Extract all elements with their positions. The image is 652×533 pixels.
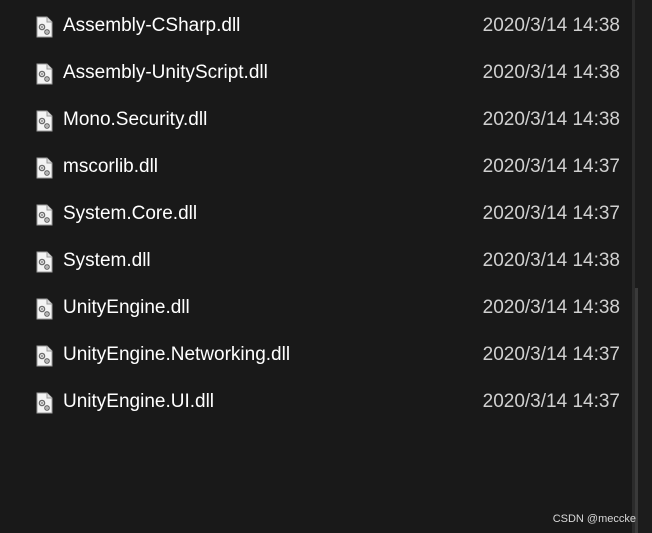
- file-row[interactable]: Mono.Security.dll 2020/3/14 14:38: [0, 97, 632, 144]
- file-name: UnityEngine.dll: [63, 297, 190, 318]
- watermark: CSDN @meccke: [552, 513, 636, 525]
- file-modified-date: 2020/3/14 14:38: [482, 62, 620, 83]
- file-row[interactable]: UnityEngine.dll 2020/3/14 14:38: [0, 285, 632, 332]
- dll-file-icon: [36, 16, 53, 38]
- file-row[interactable]: UnityEngine.Networking.dll 2020/3/14 14:…: [0, 332, 632, 379]
- dll-file-icon: [36, 298, 53, 320]
- file-list: Assembly-CSharp.dll 2020/3/14 14:38 Asse…: [0, 0, 632, 533]
- dll-file-icon: [36, 392, 53, 414]
- dll-file-icon: [36, 345, 53, 367]
- dll-file-icon: [36, 204, 53, 226]
- file-name: System.Core.dll: [63, 203, 198, 224]
- file-name: UnityEngine.Networking.dll: [63, 344, 291, 365]
- file-modified-date: 2020/3/14 14:38: [482, 250, 620, 271]
- file-name: mscorlib.dll: [63, 156, 159, 177]
- file-modified-date: 2020/3/14 14:37: [482, 344, 620, 365]
- file-name: Assembly-CSharp.dll: [63, 15, 241, 36]
- file-name: Assembly-UnityScript.dll: [63, 62, 268, 83]
- file-modified-date: 2020/3/14 14:38: [482, 15, 620, 36]
- scrollbar-thumb[interactable]: [635, 288, 638, 533]
- file-name: Mono.Security.dll: [63, 109, 208, 130]
- file-row[interactable]: Assembly-CSharp.dll 2020/3/14 14:38: [0, 3, 632, 50]
- file-row[interactable]: System.dll 2020/3/14 14:38: [0, 238, 632, 285]
- dll-file-icon: [36, 63, 53, 85]
- file-name: UnityEngine.UI.dll: [63, 391, 215, 412]
- dll-file-icon: [36, 157, 53, 179]
- file-modified-date: 2020/3/14 14:38: [482, 297, 620, 318]
- file-modified-date: 2020/3/14 14:38: [482, 109, 620, 130]
- file-modified-date: 2020/3/14 14:37: [482, 203, 620, 224]
- file-modified-date: 2020/3/14 14:37: [482, 156, 620, 177]
- vertical-scrollbar[interactable]: [632, 0, 652, 533]
- file-row[interactable]: System.Core.dll 2020/3/14 14:37: [0, 191, 632, 238]
- dll-file-icon: [36, 110, 53, 132]
- file-row[interactable]: Assembly-UnityScript.dll 2020/3/14 14:38: [0, 50, 632, 97]
- file-row[interactable]: UnityEngine.UI.dll 2020/3/14 14:37: [0, 379, 632, 426]
- file-row[interactable]: mscorlib.dll 2020/3/14 14:37: [0, 144, 632, 191]
- file-modified-date: 2020/3/14 14:37: [482, 391, 620, 412]
- dll-file-icon: [36, 251, 53, 273]
- file-explorer-window: Assembly-CSharp.dll 2020/3/14 14:38 Asse…: [0, 0, 652, 533]
- file-name: System.dll: [63, 250, 151, 271]
